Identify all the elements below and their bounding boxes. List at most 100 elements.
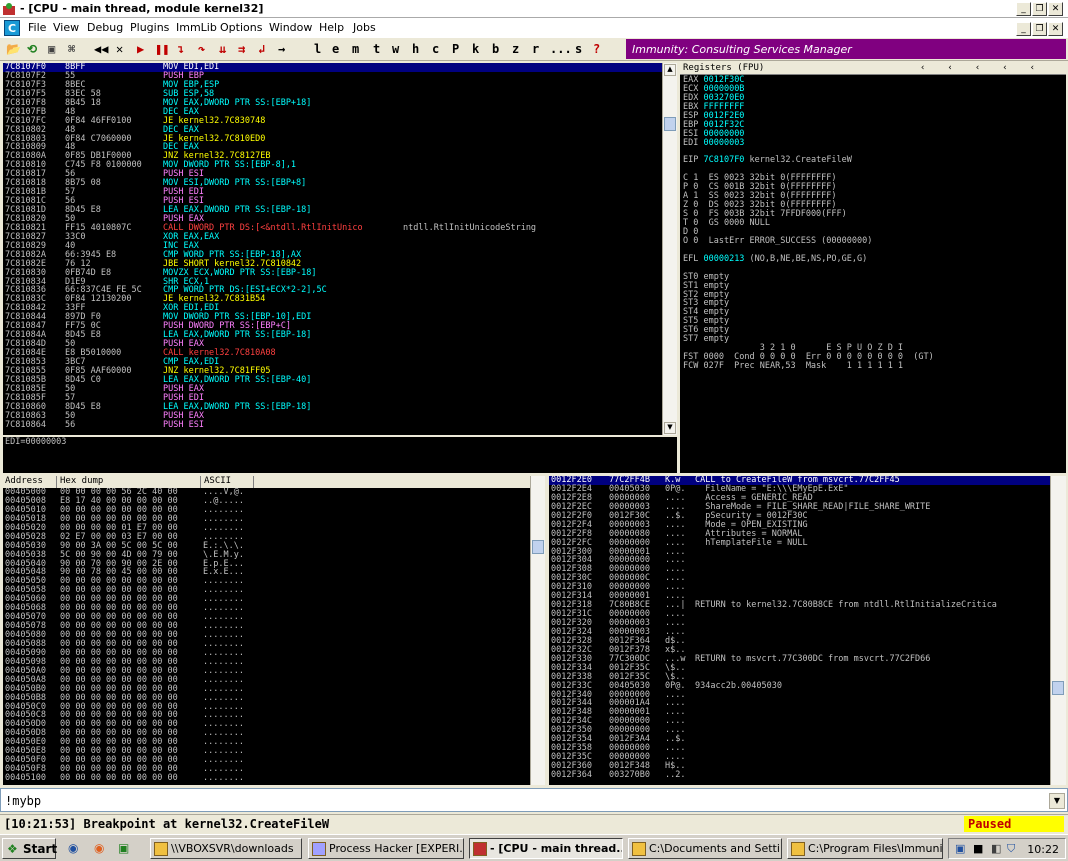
tb-handles[interactable]: h [412,41,419,57]
register-line[interactable] [683,264,1063,273]
disasm-row[interactable]: 7C8107F5 83EC 58 SUB ESP,58 [3,89,662,99]
tb-help[interactable]: ? [593,41,600,57]
dump-col-ascii[interactable]: ASCII [202,476,254,488]
menu-plugins[interactable]: Plugins [130,21,169,34]
registers-pane[interactable]: EAX 0012F30C ECX 0000000B EDX 003270E0 EBX … [680,75,1066,473]
register-line[interactable]: EFL 00000213 (NO,B,NE,BE,NS,PO,GE,G) [683,254,1063,264]
clock[interactable]: 10:22 [1027,843,1059,856]
disasm-row[interactable]: 7C81085F 57 PUSH EDI [3,393,662,403]
register-line[interactable]: ST4 empty [683,308,1063,317]
disasm-row[interactable]: 7C8107F3 8BEC MOV EBP,ESP [3,80,662,90]
scroll-up-icon[interactable]: ▲ [664,64,676,76]
disasm-row[interactable]: 7C810860 8D45 E8 LEA EAX,DWORD PTR SS:[EBP… [3,402,662,412]
tb-executable[interactable]: e [332,41,339,57]
disasm-row[interactable]: 7C8107F8 8B45 18 MOV EAX,DWORD PTR SS:[EBP… [3,98,662,108]
close-process-icon[interactable]: ▣ [48,41,55,57]
tb-breakpoints[interactable]: b [492,41,499,57]
menu-debug[interactable]: Debug [87,21,123,34]
cpu-window-icon[interactable]: C [4,20,20,36]
python-shell-icon[interactable]: ⌘ [68,41,75,57]
disasm-row[interactable]: 7C810817 56 PUSH ESI [3,170,662,179]
register-line[interactable]: T 0 GS 0000 NULL [683,219,1063,228]
register-line[interactable]: ST6 empty [683,326,1063,335]
register-line[interactable]: ST2 empty [683,290,1063,300]
quicklaunch-firefox-icon[interactable]: ◉ [94,841,104,855]
disasm-row[interactable]: 7C81082A 66:3945 E8 CMP WORD PTR SS:[EBP-1… [3,250,662,260]
memory-dump-pane[interactable]: 00405000 00 00 00 00 56 2C 40 00 ....V,@. 0… [3,488,530,785]
network-icon[interactable]: ▣ [955,842,965,855]
stack-row[interactable]: 0012F364 003270B0 ..2. [549,770,1050,780]
disasm-row[interactable]: 7C810855 0F85 AAF60000 JNZ kernel32.7C81FF… [3,366,662,376]
disasm-row[interactable]: 7C810844 897D F0 MOV DWORD PTR SS:[EBP-10]… [3,313,662,322]
disasm-row[interactable]: 7C810827 33C0 XOR EAX,EAX [3,232,662,242]
restart-icon[interactable]: ⟲ [27,41,37,57]
register-line[interactable]: EIP 7C8107F0 kernel32.CreateFileW [683,156,1063,165]
disasm-row[interactable]: 7C810803 0F84 C7060000 JE kernel32.7C810ED… [3,134,662,144]
trace-over-icon[interactable]: ⇉ [238,41,245,57]
child-restore-button[interactable]: ❐ [1032,22,1047,36]
scroll-thumb[interactable] [532,540,544,554]
tb-more[interactable]: ... [550,41,572,57]
consulting-banner[interactable]: Immunity: Consulting Services Manager [626,39,1066,59]
task-program-files[interactable]: C:\Program Files\Immuni... [787,838,943,859]
dump-scrollbar[interactable] [530,476,545,785]
menu-help[interactable]: Help [319,21,344,34]
shield-icon[interactable]: ⛉ [1007,842,1015,856]
disasm-row[interactable]: 7C810830 0FB74D E8 MOVZX ECX,WORD PTR SS:[… [3,268,662,278]
close-button[interactable]: ✕ [1048,2,1063,16]
goto-icon[interactable]: → [278,41,285,57]
disassembly-pane[interactable]: 7C8107F0 8BFF MOV EDI,EDI 7C8107F2 55 PUSH EB… [3,63,662,435]
disasm-row[interactable]: 7C81081C 56 PUSH ESI [3,197,662,206]
menu-jobs[interactable]: Jobs [353,21,376,34]
open-icon[interactable]: 📂 [6,41,21,57]
step-over-icon[interactable]: ↷ [198,41,205,57]
restore-button[interactable]: ❐ [1032,2,1047,16]
tb-callstack[interactable]: k [472,41,479,57]
menu-view[interactable]: View [53,21,79,34]
scroll-thumb[interactable] [664,117,676,131]
tb-run-trace[interactable]: r [532,41,539,57]
scroll-down-icon[interactable]: ▼ [664,422,676,434]
volume-icon[interactable]: ◧ [991,842,1001,855]
menu-options[interactable]: Options [220,21,262,34]
tb-threads[interactable]: t [373,41,380,57]
execute-till-return-icon[interactable]: ↲ [258,41,265,57]
disasm-row[interactable]: 7C81084A 8D45 E8 LEA EAX,DWORD PTR SS:[EBP… [3,331,662,340]
start-button[interactable]: ❖ Start [2,838,57,859]
run-icon[interactable]: ▶ [137,41,144,57]
menu-window[interactable]: Window [269,21,312,34]
task-immunity-cpu[interactable]: - [CPU - main thread... [469,838,623,859]
tb-cpu[interactable]: c [432,41,439,57]
tb-log[interactable]: l [314,41,321,57]
chevron-down-icon[interactable]: ▼ [1049,793,1065,809]
dump-col-address[interactable]: Address [3,476,57,488]
task-process-hacker[interactable]: Process Hacker [EXPERI... [308,838,464,859]
minimize-button[interactable]: _ [1016,2,1031,16]
tb-patches[interactable]: P [452,41,459,57]
disasm-row[interactable]: 7C81085E 50 PUSH EAX [3,384,662,394]
registers-header[interactable]: Registers (FPU) ‹‹‹‹‹ [680,63,1066,75]
step-into-icon[interactable]: ↴ [177,41,184,57]
dump-col-hex[interactable]: Hex dump [58,476,201,488]
quicklaunch-desktop-icon[interactable]: ▣ [118,841,129,855]
menu-file[interactable]: File [28,21,46,34]
disasm-row[interactable]: 7C810818 8B75 08 MOV ESI,DWORD PTR SS:[EBP… [3,179,662,188]
pause-icon[interactable]: ❚❚ [155,41,169,57]
disasm-row[interactable]: 7C810863 50 PUSH EAX [3,411,662,421]
disasm-row[interactable]: 7C810842 33FF XOR EDI,EDI [3,304,662,313]
scroll-thumb[interactable] [1052,681,1064,695]
disasm-row[interactable]: 7C810864 56 PUSH ESI [3,420,662,430]
disasm-row[interactable]: 7C81081D 8D45 E8 LEA EAX,DWORD PTR SS:[EBP… [3,206,662,215]
disasm-row[interactable]: 7C8107FC 0F84 46FF0100 JE kernel32.7C83074… [3,116,662,126]
quicklaunch-ie-icon[interactable]: ◉ [68,841,78,855]
register-line[interactable]: ST1 empty [683,281,1063,291]
stack-pane[interactable]: 0012F2E0 77C2FF4B K.w CALL to CreateFileW f… [549,476,1050,785]
register-line[interactable]: FCW 027F Prec NEAR,53 Mask 1 1 1 1 1 1 [683,362,1063,371]
tb-memory[interactable]: m [352,41,359,57]
disasm-row[interactable]: 7C8107F2 55 PUSH EBP [3,71,662,81]
rewind-icon[interactable]: ◀◀ [94,41,108,57]
tb-memory-bp[interactable]: z [512,41,519,57]
task-documents[interactable]: C:\Documents and Setti... [628,838,782,859]
command-input[interactable]: !mybp [5,794,41,808]
dump-row[interactable]: 00405100 00 00 00 00 00 00 00 00........ [3,774,530,783]
